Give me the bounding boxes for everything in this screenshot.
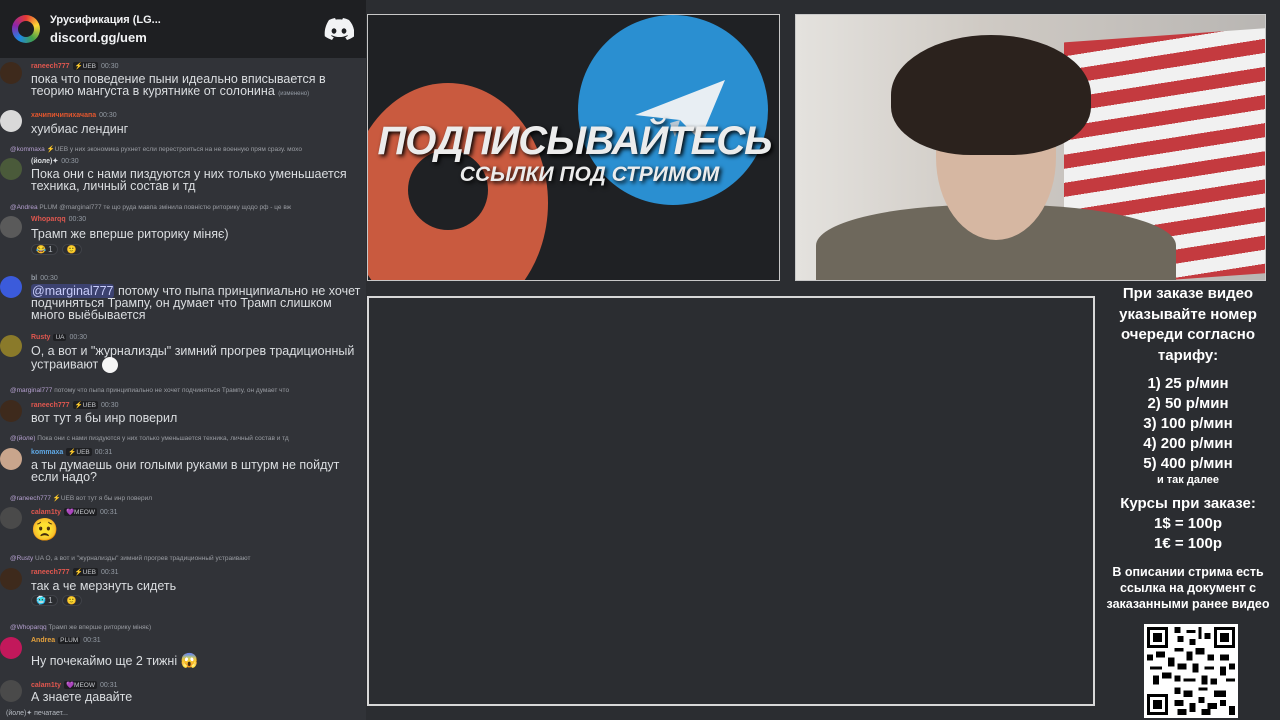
message-text: а ты думаешь они голыми руками в штурм н… bbox=[31, 458, 340, 484]
message-text: так а че мерзнуть сидеть bbox=[31, 579, 177, 593]
exchange-rates-heading: Курсы при заказе: bbox=[1120, 495, 1256, 512]
promo-title: ПОДПИСЫВАЙТЕСЬ bbox=[377, 119, 772, 163]
reply-preview[interactable]: @(йоле) Пока они с нами пиздуются у них … bbox=[10, 435, 365, 442]
server-icon[interactable] bbox=[12, 15, 40, 43]
tariff-item: 2) 50 р/мин bbox=[1147, 395, 1229, 412]
subscribe-promo-banner: ПОДПИСЫВАЙТЕСЬ ССЫЛКИ ПОД СТРИМОМ bbox=[367, 14, 780, 281]
tariff-item: 4) 200 р/мин bbox=[1143, 435, 1233, 452]
username[interactable]: raneech777 bbox=[31, 402, 70, 409]
message-text: А знаете давайте bbox=[31, 690, 133, 704]
reply-preview[interactable]: @Whoparqq Трамп же вперше риторику міняє… bbox=[10, 624, 365, 631]
timestamp: 00:31 bbox=[94, 449, 113, 456]
timestamp: 00:31 bbox=[100, 509, 118, 516]
role-tag: UA bbox=[53, 334, 67, 341]
avatar[interactable] bbox=[0, 568, 22, 590]
username[interactable]: raneech777 bbox=[31, 569, 70, 576]
tariff-more-note: и так далее bbox=[1156, 474, 1220, 486]
video-player-area[interactable] bbox=[367, 296, 1095, 706]
username[interactable]: kommaxa bbox=[31, 449, 63, 456]
qr-code-icon[interactable] bbox=[1144, 624, 1238, 718]
timestamp: 00:31 bbox=[100, 682, 118, 689]
message-text: О, а вот и "журнализды" зимний прогрев т… bbox=[31, 344, 355, 373]
avatar[interactable] bbox=[0, 276, 22, 298]
reaction[interactable]: 🙂 bbox=[61, 244, 82, 255]
timestamp: 00:30 bbox=[101, 63, 119, 70]
order-instructions: При заказе видео указывайте номер очеред… bbox=[1119, 285, 1257, 364]
timestamp: 00:30 bbox=[101, 402, 119, 409]
avatar[interactable] bbox=[0, 110, 22, 132]
role-tag: ⚡UEB bbox=[66, 448, 92, 456]
message-text: пока что поведение пыни идеально вписыва… bbox=[31, 72, 326, 98]
webcam-feed bbox=[795, 14, 1266, 281]
message-text: вот тут я бы инр поверил bbox=[31, 411, 178, 425]
role-tag: ⚡UEB bbox=[72, 401, 98, 409]
avatar[interactable] bbox=[0, 507, 22, 529]
role-tag: 💜MEOW bbox=[63, 681, 98, 689]
stream-layout: Урусификация (LG... discord.gg/uem ranee… bbox=[0, 0, 1280, 720]
reactions: 🥶 1 🙂 bbox=[31, 595, 82, 606]
reaction[interactable]: 🥶 1 bbox=[31, 595, 58, 606]
role-tag: 💜MEOW bbox=[63, 508, 98, 516]
reply-preview[interactable]: @raneech777 ⚡UEB вот тут я бы инр повери… bbox=[10, 494, 365, 502]
username[interactable]: calam1ty bbox=[31, 509, 61, 516]
chat-header: Урусификация (LG... discord.gg/uem bbox=[0, 0, 366, 58]
rate-item: 1€ = 100р bbox=[1154, 535, 1222, 552]
reaction[interactable]: 😂 1 bbox=[31, 244, 58, 255]
role-tag: ⚡UEB bbox=[72, 568, 98, 576]
avatar[interactable] bbox=[0, 216, 22, 238]
username[interactable]: bl bbox=[31, 275, 37, 282]
timestamp: 00:30 bbox=[40, 275, 58, 282]
message-list[interactable]: raneech777 ⚡UEB 00:30 пока что поведение п… bbox=[0, 58, 366, 720]
timestamp: 00:31 bbox=[101, 569, 119, 576]
username[interactable]: Andrea bbox=[31, 637, 55, 644]
worried-emoji-icon: 😟 bbox=[31, 517, 59, 542]
timestamp: 00:30 bbox=[69, 334, 88, 341]
exchange-rates: 1$ = 100р 1€ = 100р bbox=[1100, 514, 1276, 554]
tariff-item: 5) 400 р/мин bbox=[1143, 455, 1233, 472]
discord-chat-overlay: Урусификация (LG... discord.gg/uem ranee… bbox=[0, 0, 366, 720]
tariff-list: 1) 25 р/мин 2) 50 р/мин 3) 100 р/мин 4) … bbox=[1100, 374, 1276, 474]
username[interactable]: calam1ty bbox=[31, 682, 61, 689]
username[interactable]: Whoparqq bbox=[31, 216, 66, 223]
avatar[interactable] bbox=[0, 62, 22, 84]
timestamp: 00:30 bbox=[68, 216, 87, 223]
reaction[interactable]: 🙂 bbox=[61, 595, 82, 606]
timestamp: 00:30 bbox=[99, 112, 117, 119]
timestamp: 00:31 bbox=[83, 637, 101, 644]
username[interactable]: хачипичипихачапа bbox=[31, 112, 96, 119]
reply-preview[interactable]: @Rusty UA О, а вот и "журнализды" зимний… bbox=[10, 555, 365, 562]
message-text: Трамп же вперше риторику міняє) bbox=[31, 227, 229, 241]
reactions: 😂 1 🙂 bbox=[31, 244, 82, 255]
message-text: Пока они с нами пиздуются у них только у… bbox=[31, 167, 347, 193]
timestamp: 00:30 bbox=[61, 158, 79, 165]
avatar[interactable] bbox=[0, 637, 22, 659]
typing-indicator: (йоле)✦ печатает... bbox=[6, 710, 68, 717]
order-info-panel: При заказе видео указывайте номер очеред… bbox=[1100, 284, 1276, 612]
avatar[interactable] bbox=[0, 448, 22, 470]
promo-subtitle: ССЫЛКИ ПОД СТРИМОМ bbox=[459, 163, 720, 186]
rate-item: 1$ = 100р bbox=[1154, 515, 1222, 532]
role-tag: PLUM bbox=[58, 637, 81, 644]
server-name: Урусификация (LG... bbox=[50, 14, 161, 26]
trollface-emoji-icon bbox=[101, 357, 118, 373]
role-tag: ⚡UEB bbox=[72, 62, 98, 70]
message-text: @marginal777 потому что пыпа принципиаль… bbox=[31, 284, 361, 322]
tariff-item: 1) 25 р/мин bbox=[1147, 375, 1229, 392]
discord-logo-icon bbox=[324, 18, 354, 40]
message-text: хуибиас лендинг bbox=[31, 122, 129, 136]
username[interactable]: Rusty bbox=[31, 334, 50, 341]
reply-preview[interactable]: @marginal777 потому что пыпа принципиаль… bbox=[10, 387, 365, 394]
username[interactable]: (йоле)✦ bbox=[31, 158, 58, 165]
avatar[interactable] bbox=[0, 680, 22, 702]
avatar[interactable] bbox=[0, 335, 22, 357]
reply-preview[interactable]: @kommaxa ⚡UEB у них экономика рухнет есл… bbox=[10, 145, 365, 153]
avatar[interactable] bbox=[0, 158, 22, 180]
message-text: Ну почекаймо ще 2 тижні 😱 bbox=[31, 652, 199, 668]
reply-preview[interactable]: @Andrea PLUM @marginal777 те що руда мав… bbox=[10, 204, 365, 211]
username[interactable]: raneech777 bbox=[31, 63, 70, 70]
document-note: В описании стрима есть ссылка на докумен… bbox=[1106, 565, 1270, 611]
avatar[interactable] bbox=[0, 400, 22, 422]
tariff-item: 3) 100 р/мин bbox=[1143, 415, 1233, 432]
server-invite-link[interactable]: discord.gg/uem bbox=[50, 29, 324, 46]
